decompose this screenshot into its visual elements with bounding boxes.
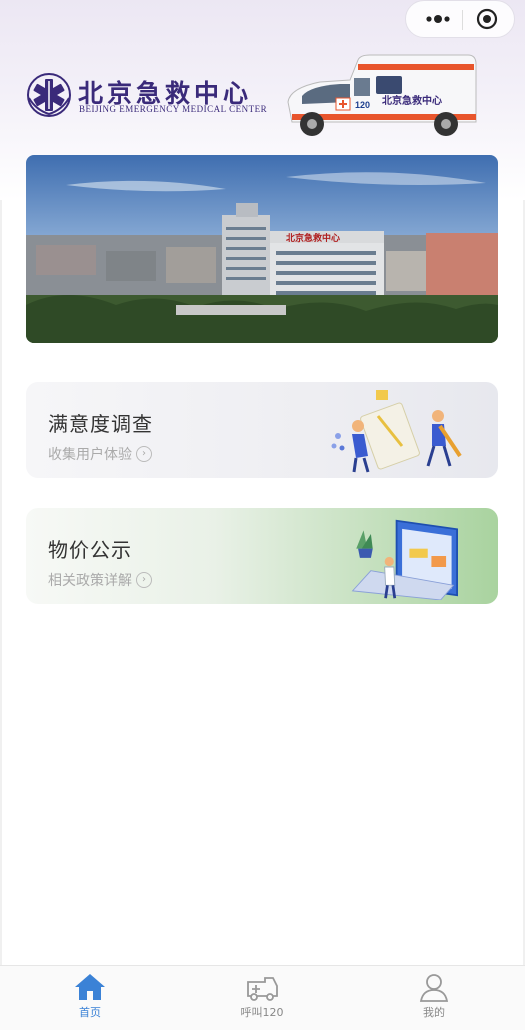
tab-home[interactable]: 首页 (30, 972, 150, 1028)
survey-card-title: 满意度调查 (48, 412, 153, 436)
survey-illustration (331, 390, 462, 473)
miniprogram-capsule (405, 0, 515, 38)
bottom-tab-bar: 首页 呼叫120 我的 (0, 965, 525, 1030)
chevron-right-circle-icon: › (136, 572, 152, 588)
price-card-title: 物价公示 (48, 538, 132, 562)
tab-call-120[interactable]: 呼叫120 (202, 972, 322, 1028)
tab-home-label: 首页 (79, 1006, 101, 1019)
capsule-divider (462, 10, 463, 30)
survey-card[interactable]: 满意度调查 收集用户体验 › (26, 382, 498, 478)
ambulance-icon (247, 977, 278, 1001)
building-banner[interactable]: 北京急救中心 (26, 155, 498, 343)
building-sign: 北京急救中心 (286, 232, 340, 244)
building-photo: 北京急救中心 (26, 155, 498, 343)
price-card-subtitle-text: 相关政策详解 (48, 573, 132, 589)
tab-mine-label: 我的 (423, 1006, 445, 1019)
close-miniprogram-icon[interactable] (476, 8, 498, 30)
logo-english-name: BEIJING EMERGENCY MEDICAL CENTER (79, 104, 268, 114)
survey-card-subtitle: 收集用户体验 › (48, 444, 152, 464)
ambulance-illustration: 120 北京急救中心 (287, 54, 477, 136)
price-disclosure-card[interactable]: 物价公示 相关政策详解 › (26, 508, 498, 604)
ambulance-name: 北京急救中心 (382, 94, 442, 107)
survey-card-subtitle-text: 收集用户体验 (48, 447, 132, 463)
ambulance-number: 120 (355, 100, 370, 110)
tab-call-label: 呼叫120 (240, 1006, 284, 1019)
more-icon[interactable] (424, 9, 452, 29)
tab-mine[interactable]: 我的 (374, 972, 494, 1028)
star-of-life-icon (27, 73, 71, 117)
home-icon (75, 974, 105, 1000)
user-icon (419, 974, 449, 1002)
price-illustration (351, 519, 458, 600)
price-card-subtitle: 相关政策详解 › (48, 570, 152, 590)
center-logo: 北京急救中心 BEIJING EMERGENCY MEDICAL CENTER (26, 72, 267, 118)
chevron-right-circle-icon: › (136, 446, 152, 462)
